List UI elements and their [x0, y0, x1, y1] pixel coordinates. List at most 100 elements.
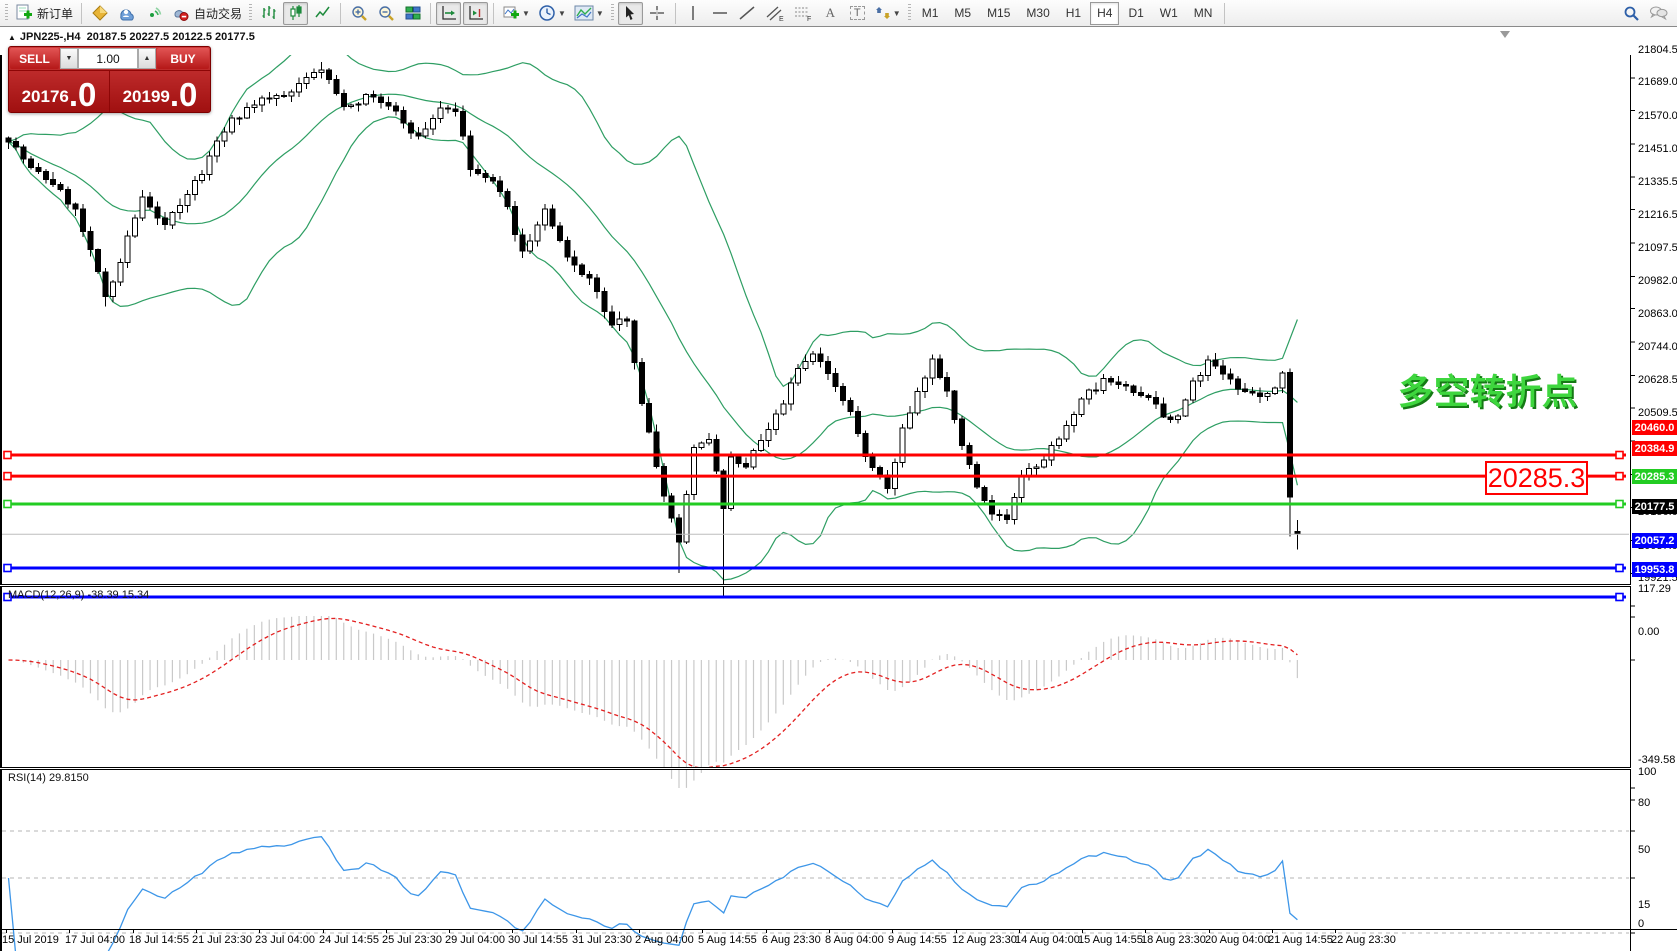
date-tick: [512, 929, 513, 933]
timeframe-button-mn[interactable]: MN: [1187, 2, 1220, 25]
horizontal-line-20057.2[interactable]: [4, 565, 1626, 572]
timeframe-button-m30[interactable]: M30: [1019, 2, 1056, 25]
volume-up-button[interactable]: ▲: [138, 48, 156, 69]
date-label: 6 Aug 23:30: [762, 934, 821, 946]
timeframe-button-m1[interactable]: M1: [915, 2, 946, 25]
line-price-label[interactable]: 20460.0: [1632, 420, 1677, 435]
community-button[interactable]: [114, 2, 139, 25]
equidistant-channel-tool-button[interactable]: E: [762, 2, 788, 25]
line-chart-button[interactable]: [310, 2, 335, 25]
sell-price-main: 20176: [22, 88, 69, 105]
vertical-line-tool-button[interactable]: [681, 2, 706, 25]
clock-icon: [538, 4, 556, 22]
horizontal-line-20285.3[interactable]: [4, 501, 1626, 508]
rsi-pane-content: [2, 831, 1629, 951]
zoom-out-button[interactable]: [373, 2, 398, 25]
date-tick: [69, 929, 70, 933]
trendline-tool-button[interactable]: [735, 2, 760, 25]
date-tick: [449, 929, 450, 933]
turning-point-annotation[interactable]: 多空转折点: [1398, 364, 1578, 415]
sell-price[interactable]: 20176 .0: [9, 71, 110, 112]
chart-canvas[interactable]: [0, 27, 1677, 951]
macd-label: MACD(12,26,9) -38.39 15.34: [8, 589, 149, 601]
date-tick: [1335, 929, 1336, 933]
price-box-annotation[interactable]: 20285.3: [1485, 461, 1588, 495]
buy-price[interactable]: 20199 .0: [110, 71, 210, 112]
new-order-button[interactable]: 新订单: [12, 2, 76, 25]
text-tool-button[interactable]: A: [818, 2, 843, 25]
separator: [340, 3, 341, 24]
line-price-label[interactable]: 20057.2: [1632, 533, 1677, 548]
date-label: 30 Jul 14:55: [508, 934, 568, 946]
timeframe-button-d1[interactable]: D1: [1121, 2, 1150, 25]
price-tick-label: 21570.0: [1638, 110, 1677, 122]
timeframe-button-h4[interactable]: H4: [1090, 2, 1119, 25]
timeframe-button-m15[interactable]: M15: [980, 2, 1017, 25]
price-tick-label: 21335.5: [1638, 176, 1677, 188]
date-axis-border: [0, 929, 1677, 930]
price-tick-label: 21216.5: [1638, 209, 1677, 221]
pane-divider-macd[interactable]: [0, 584, 1631, 587]
timeframe-button-w1[interactable]: W1: [1153, 2, 1185, 25]
one-click-trading-panel: SELL ▼ ▲ BUY 20176 .0 20199 .0: [8, 46, 211, 113]
fibonacci-tool-button[interactable]: F: [790, 2, 816, 25]
zoom-in-button[interactable]: [346, 2, 371, 25]
chart-shift-button[interactable]: [463, 2, 488, 25]
rsi-tick-label: 50: [1638, 844, 1650, 856]
price-tick-label: 20628.5: [1638, 374, 1677, 386]
horizontal-line-tool-button[interactable]: [708, 2, 733, 25]
periods-button[interactable]: ▼: [535, 2, 569, 25]
chart-shift-marker[interactable]: [1500, 31, 1510, 38]
rsi-tick-label: 15: [1638, 899, 1650, 911]
timeframe-button-m5[interactable]: M5: [947, 2, 978, 25]
volume-input[interactable]: [78, 48, 138, 69]
date-label: 20 Aug 04:00: [1205, 934, 1270, 946]
templates-button[interactable]: ▼: [571, 2, 607, 25]
chart-window[interactable]: [0, 27, 1677, 951]
collapse-triangle-icon[interactable]: ▲: [8, 33, 16, 42]
autotrading-button[interactable]: 自动交易: [168, 2, 245, 25]
timeframe-button-h1[interactable]: H1: [1059, 2, 1088, 25]
date-tick: [1145, 929, 1146, 933]
horizontal-line-20384.9[interactable]: [4, 473, 1626, 480]
line-price-label[interactable]: 19953.8: [1632, 562, 1677, 577]
volume-down-button[interactable]: ▼: [60, 48, 78, 69]
separator: [493, 3, 494, 24]
date-label: 9 Aug 14:55: [888, 934, 947, 946]
text-tool-icon: A: [826, 5, 835, 21]
horizontal-line-19953.8[interactable]: [4, 594, 1626, 601]
date-tick: [956, 929, 957, 933]
cursor-tool-button[interactable]: [618, 2, 643, 25]
arrows-tool-button[interactable]: ▼: [872, 2, 904, 25]
chart-left-border: [0, 55, 2, 951]
autotrading-label: 自动交易: [194, 5, 242, 22]
candlestick-chart-icon: [287, 4, 305, 22]
line-price-label[interactable]: 20384.9: [1632, 441, 1677, 456]
date-tick: [576, 929, 577, 933]
metaquotes-button[interactable]: [87, 2, 112, 25]
auto-scroll-button[interactable]: [436, 2, 461, 25]
indicators-button[interactable]: ▼: [499, 2, 533, 25]
rsi-label: RSI(14) 29.8150: [8, 772, 89, 784]
line-price-label[interactable]: 20285.3: [1632, 469, 1677, 484]
pane-divider-rsi[interactable]: [0, 767, 1631, 770]
tile-windows-button[interactable]: [400, 2, 425, 25]
bar-chart-button[interactable]: [256, 2, 281, 25]
timeframe-group: M1M5M15M30H1H4D1W1MN: [914, 2, 1221, 25]
signals-button[interactable]: [141, 2, 166, 25]
chat-button[interactable]: [1646, 2, 1671, 25]
new-order-icon: [15, 4, 33, 22]
search-button[interactable]: [1619, 2, 1644, 25]
candlestick-chart-button[interactable]: [283, 2, 308, 25]
buy-button[interactable]: BUY: [157, 48, 209, 69]
sell-button[interactable]: SELL: [10, 48, 59, 69]
crosshair-tool-button[interactable]: [645, 2, 670, 25]
rsi-tick-label: 100: [1638, 766, 1656, 778]
date-tick: [133, 929, 134, 933]
text-label-tool-button[interactable]: T: [845, 2, 870, 25]
gold-gem-icon: [91, 4, 109, 22]
date-tick: [259, 929, 260, 933]
horizontal-line-20460.0[interactable]: [4, 452, 1626, 459]
chat-icon: [1649, 5, 1668, 21]
toolbar: 新订单 自动交易: [0, 0, 1677, 27]
